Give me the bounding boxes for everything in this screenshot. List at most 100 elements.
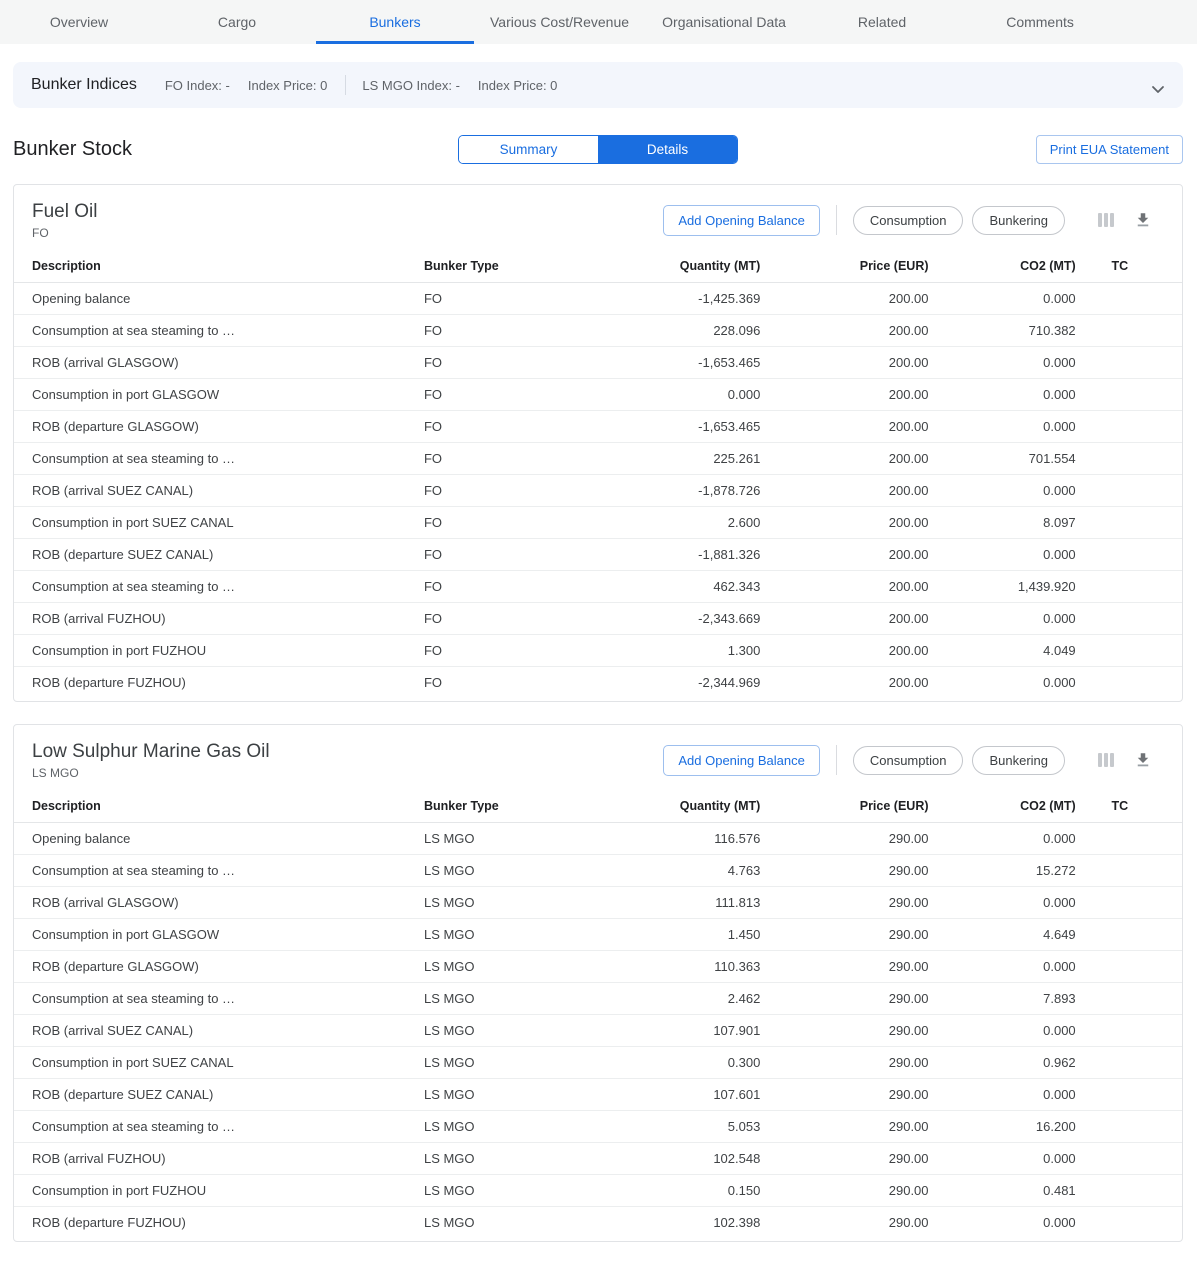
consumption-button[interactable]: Consumption (853, 746, 964, 775)
tab[interactable]: Related (803, 0, 961, 44)
col-header-description: Description (14, 789, 424, 823)
cell-bunker-type: LS MGO (424, 919, 624, 951)
cell-description: Consumption in port SUEZ CANAL (14, 507, 424, 539)
cell-quantity: 1.300 (624, 635, 761, 667)
card-header: Low Sulphur Marine Gas Oil LS MGO Add Op… (14, 725, 1182, 789)
cell-tc (1076, 475, 1182, 507)
cell-co2: 4.649 (929, 919, 1076, 951)
download-icon[interactable] (1134, 211, 1152, 229)
cell-description: ROB (departure FUZHOU) (14, 667, 424, 699)
columns-icon[interactable] (1098, 213, 1114, 227)
cell-bunker-type: LS MGO (424, 1207, 624, 1239)
cell-co2: 701.554 (929, 443, 1076, 475)
table-row[interactable]: Consumption in port GLASGOW FO 0.000 200… (14, 379, 1182, 411)
table-row[interactable]: ROB (arrival GLASGOW) FO -1,653.465 200.… (14, 347, 1182, 379)
tab[interactable]: Overview (0, 0, 158, 44)
cell-price: 290.00 (760, 1207, 928, 1239)
fo-index-price: Index Price: 0 (248, 78, 328, 93)
table-row[interactable]: ROB (arrival FUZHOU) LS MGO 102.548 290.… (14, 1143, 1182, 1175)
table-row[interactable]: Consumption in port FUZHOU LS MGO 0.150 … (14, 1175, 1182, 1207)
card-title: Low Sulphur Marine Gas Oil (32, 740, 270, 763)
bunker-indices-bar[interactable]: Bunker Indices FO Index: - Index Price: … (13, 62, 1183, 108)
cell-description: ROB (arrival FUZHOU) (14, 603, 424, 635)
cell-quantity: 2.462 (624, 983, 761, 1015)
chevron-down-icon[interactable] (1151, 81, 1165, 90)
table-row[interactable]: Opening balance FO -1,425.369 200.00 0.0… (14, 283, 1182, 315)
cell-quantity: -1,425.369 (624, 283, 761, 315)
summary-toggle-button[interactable]: Summary (459, 136, 598, 163)
table-row[interactable]: Consumption at sea steaming to … FO 225.… (14, 443, 1182, 475)
bunkering-button[interactable]: Bunkering (972, 746, 1065, 775)
cell-co2: 0.000 (929, 1207, 1076, 1239)
tab[interactable]: Bunkers (316, 0, 474, 44)
cell-co2: 0.000 (929, 475, 1076, 507)
table-row[interactable]: ROB (arrival SUEZ CANAL) FO -1,878.726 2… (14, 475, 1182, 507)
cell-co2: 1,439.920 (929, 571, 1076, 603)
columns-icon[interactable] (1098, 753, 1114, 767)
cell-description: Consumption in port FUZHOU (14, 1175, 424, 1207)
cell-tc (1076, 887, 1182, 919)
col-header-co2: CO2 (MT) (929, 249, 1076, 283)
cell-description: ROB (arrival SUEZ CANAL) (14, 1015, 424, 1047)
table-row[interactable]: Consumption in port GLASGOW LS MGO 1.450… (14, 919, 1182, 951)
fuel-oil-card: Fuel Oil FO Add Opening Balance Consumpt… (13, 184, 1183, 702)
cell-tc (1076, 1111, 1182, 1143)
cell-tc (1076, 347, 1182, 379)
cell-description: Consumption in port SUEZ CANAL (14, 1047, 424, 1079)
consumption-button[interactable]: Consumption (853, 206, 964, 235)
table-row[interactable]: Consumption at sea steaming to … LS MGO … (14, 983, 1182, 1015)
table-row[interactable]: Opening balance LS MGO 116.576 290.00 0.… (14, 823, 1182, 855)
table-row[interactable]: ROB (arrival FUZHOU) FO -2,343.669 200.0… (14, 603, 1182, 635)
tab[interactable]: Comments (961, 0, 1119, 44)
table-row[interactable]: ROB (departure GLASGOW) FO -1,653.465 20… (14, 411, 1182, 443)
table-row[interactable]: Consumption in port SUEZ CANAL FO 2.600 … (14, 507, 1182, 539)
table-row[interactable]: ROB (departure FUZHOU) FO -2,344.969 200… (14, 667, 1182, 699)
cell-bunker-type: LS MGO (424, 855, 624, 887)
table-row[interactable]: ROB (arrival SUEZ CANAL) LS MGO 107.901 … (14, 1015, 1182, 1047)
cell-description: Consumption at sea steaming to … (14, 315, 424, 347)
col-header-tc: TC (1076, 789, 1182, 823)
divider (345, 75, 346, 95)
cell-co2: 0.000 (929, 823, 1076, 855)
fuel-oil-table: Description Bunker Type Quantity (MT) Pr… (14, 249, 1182, 698)
cell-bunker-type: FO (424, 571, 624, 603)
table-row[interactable]: ROB (departure SUEZ CANAL) LS MGO 107.60… (14, 1079, 1182, 1111)
cell-quantity: 225.261 (624, 443, 761, 475)
cell-co2: 8.097 (929, 507, 1076, 539)
page-title: Bunker Stock (13, 138, 132, 161)
table-row[interactable]: ROB (departure FUZHOU) LS MGO 102.398 29… (14, 1207, 1182, 1239)
table-row[interactable]: Consumption at sea steaming to … LS MGO … (14, 1111, 1182, 1143)
cell-price: 290.00 (760, 887, 928, 919)
cell-tc (1076, 1079, 1182, 1111)
table-row[interactable]: ROB (departure GLASGOW) LS MGO 110.363 2… (14, 951, 1182, 983)
tab[interactable]: Organisational Data (645, 0, 803, 44)
table-row[interactable]: Consumption in port FUZHOU FO 1.300 200.… (14, 635, 1182, 667)
cell-co2: 0.481 (929, 1175, 1076, 1207)
bunkering-button[interactable]: Bunkering (972, 206, 1065, 235)
cell-bunker-type: LS MGO (424, 1175, 624, 1207)
tab[interactable]: Various Cost/Revenue (474, 0, 645, 44)
cell-bunker-type: FO (424, 379, 624, 411)
tab[interactable]: Cargo (158, 0, 316, 44)
cell-quantity: 228.096 (624, 315, 761, 347)
table-row[interactable]: Consumption at sea steaming to … FO 228.… (14, 315, 1182, 347)
table-row[interactable]: Consumption in port SUEZ CANAL LS MGO 0.… (14, 1047, 1182, 1079)
cell-quantity: -1,881.326 (624, 539, 761, 571)
print-eua-statement-button[interactable]: Print EUA Statement (1036, 135, 1183, 164)
table-row[interactable]: ROB (departure SUEZ CANAL) FO -1,881.326… (14, 539, 1182, 571)
col-header-co2: CO2 (MT) (929, 789, 1076, 823)
download-icon[interactable] (1134, 751, 1152, 769)
add-opening-balance-button[interactable]: Add Opening Balance (663, 205, 819, 236)
cell-tc (1076, 919, 1182, 951)
table-row[interactable]: Consumption at sea steaming to … LS MGO … (14, 855, 1182, 887)
cell-price: 200.00 (760, 443, 928, 475)
details-toggle-button[interactable]: Details (598, 136, 737, 163)
card-header: Fuel Oil FO Add Opening Balance Consumpt… (14, 185, 1182, 249)
cell-price: 200.00 (760, 603, 928, 635)
cell-quantity: 102.548 (624, 1143, 761, 1175)
table-row[interactable]: Consumption at sea steaming to … FO 462.… (14, 571, 1182, 603)
cell-description: ROB (departure FUZHOU) (14, 1207, 424, 1239)
table-row[interactable]: ROB (arrival GLASGOW) LS MGO 111.813 290… (14, 887, 1182, 919)
cell-price: 200.00 (760, 411, 928, 443)
add-opening-balance-button[interactable]: Add Opening Balance (663, 745, 819, 776)
